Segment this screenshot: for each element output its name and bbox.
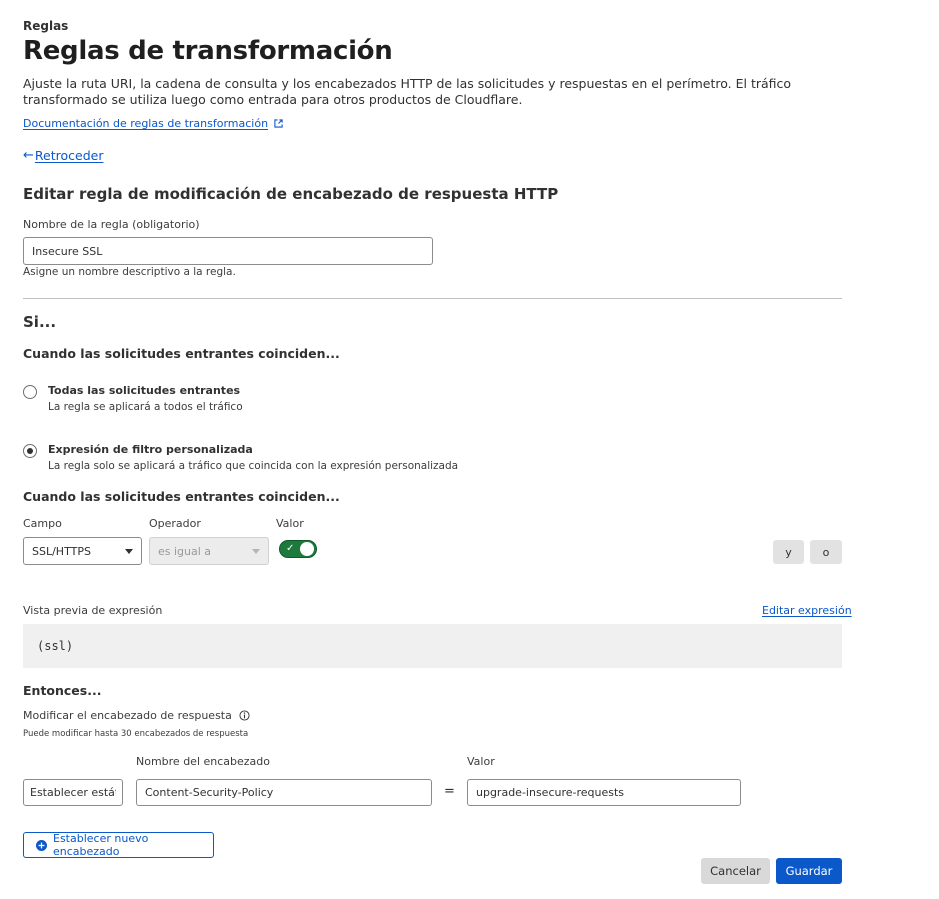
field-label: Campo [23, 517, 62, 530]
back-link[interactable]: ← Retroceder [23, 148, 103, 163]
action-select[interactable]: Establecer estático [23, 779, 123, 806]
page-title: Reglas de transformación [23, 36, 393, 66]
action-select-value: Establecer estático [30, 786, 116, 799]
header-name-input[interactable]: Content-Security-Policy [136, 779, 432, 806]
section-divider [23, 298, 842, 299]
save-button[interactable]: Guardar [776, 858, 842, 884]
field-select-value: SSL/HTTPS [32, 544, 91, 558]
value-label: Valor [276, 517, 304, 530]
header-name-label: Nombre del encabezado [136, 755, 271, 768]
radio-custom-filter[interactable] [23, 444, 37, 458]
option-custom-title: Expresión de filtro personalizada [48, 443, 253, 456]
cancel-button[interactable]: Cancelar [701, 858, 770, 884]
value-toggle[interactable]: ✓ [279, 540, 317, 558]
operator-label: Operador [149, 517, 201, 530]
breadcrumb: Reglas [23, 19, 69, 33]
radio-all-requests[interactable] [23, 385, 37, 399]
info-icon[interactable] [239, 710, 250, 721]
option-all-title: Todas las solicitudes entrantes [48, 384, 241, 397]
docs-link-label[interactable]: Documentación de reglas de transformació… [23, 117, 268, 130]
match-heading: Cuando las solicitudes entrantes coincid… [23, 346, 340, 361]
add-header-label: Establecer nuevo encabezado [53, 832, 149, 858]
option-all-desc: La regla se aplicará a todos el tráfico [48, 401, 243, 413]
field-select[interactable]: SSL/HTTPS [23, 537, 142, 565]
rule-name-hint: Asigne un nombre descriptivo a la regla. [23, 266, 236, 278]
expression-heading: Cuando las solicitudes entrantes coincid… [23, 489, 340, 504]
check-icon: ✓ [286, 543, 295, 554]
docs-link[interactable]: Documentación de reglas de transformació… [23, 117, 283, 130]
toggle-knob [300, 542, 314, 556]
and-button[interactable]: y [773, 540, 804, 564]
back-link-label[interactable]: Retroceder [35, 148, 104, 163]
preview-label: Vista previa de expresión [23, 604, 163, 617]
modify-header-row: Modificar el encabezado de respuesta [23, 709, 250, 722]
header-value-label: Valor [467, 755, 495, 768]
option-custom-desc: La regla solo se aplicará a tráfico que … [48, 460, 459, 472]
expression-preview: (ssl) [23, 624, 842, 668]
or-button[interactable]: o [810, 540, 842, 564]
plus-circle-icon [36, 839, 47, 851]
operator-select-value: es igual a [158, 544, 212, 558]
if-section-title: Si... [23, 313, 57, 331]
chevron-down-icon [125, 548, 133, 554]
external-link-icon [274, 119, 283, 128]
then-section-title: Entonces... [23, 683, 102, 698]
page-description: Ajuste la ruta URI, la cadena de consult… [23, 76, 792, 107]
modify-header-label: Modificar el encabezado de respuesta [23, 709, 232, 722]
edit-expression-link[interactable]: Editar expresión [762, 604, 852, 617]
add-header-button[interactable]: Establecer nuevo encabezado [23, 832, 214, 858]
modify-header-hint: Puede modificar hasta 30 encabezados de … [23, 729, 249, 739]
operator-select[interactable]: es igual a [149, 537, 269, 565]
header-value-input[interactable]: upgrade-insecure-requests [467, 779, 741, 806]
equals-sign: = [444, 784, 455, 799]
chevron-down-icon [252, 548, 260, 554]
back-arrow-icon: ← [23, 148, 34, 163]
rule-name-input[interactable]: Insecure SSL [23, 237, 433, 265]
form-heading: Editar regla de modificación de encabeza… [23, 185, 559, 203]
rule-name-label: Nombre de la regla (obligatorio) [23, 218, 200, 231]
